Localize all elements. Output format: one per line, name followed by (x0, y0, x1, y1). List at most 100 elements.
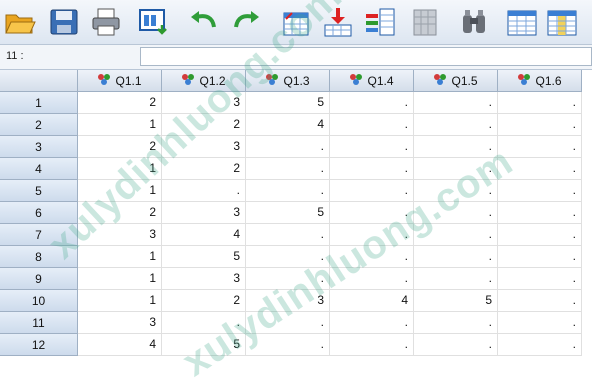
grid-cell[interactable]: . (414, 224, 498, 246)
print-icon[interactable] (88, 4, 124, 40)
grid-cell[interactable]: . (498, 136, 582, 158)
goto-case-icon[interactable] (278, 4, 314, 40)
grid-cell[interactable]: 3 (162, 136, 246, 158)
grid-cell[interactable]: . (246, 312, 330, 334)
grid-cell[interactable]: . (498, 114, 582, 136)
cell-value-input[interactable] (140, 47, 592, 66)
grid-cell[interactable]: . (414, 268, 498, 290)
grid-cell[interactable]: 5 (246, 202, 330, 224)
row-header[interactable]: 10 (0, 290, 78, 312)
insert-cases-icon[interactable] (504, 4, 540, 40)
column-header[interactable]: Q1.5 (414, 70, 498, 92)
grid-cell[interactable]: 4 (162, 224, 246, 246)
grid-cell[interactable]: . (414, 312, 498, 334)
grid-cell[interactable]: . (414, 114, 498, 136)
grid-cell[interactable]: . (498, 246, 582, 268)
grid-cell[interactable]: . (498, 92, 582, 114)
grid-cell[interactable]: 1 (78, 268, 162, 290)
row-header[interactable]: 12 (0, 334, 78, 356)
column-header[interactable]: Q1.6 (498, 70, 582, 92)
column-header[interactable]: Q1.4 (330, 70, 414, 92)
column-header[interactable]: Q1.2 (162, 70, 246, 92)
row-header[interactable]: 6 (0, 202, 78, 224)
grid-cell[interactable]: . (414, 246, 498, 268)
grid-cell[interactable]: 3 (162, 92, 246, 114)
grid-cell[interactable]: . (162, 180, 246, 202)
grid-cell[interactable]: . (162, 312, 246, 334)
grid-cell[interactable]: . (330, 180, 414, 202)
grid-cell[interactable]: 3 (78, 224, 162, 246)
grid-cell[interactable]: 4 (246, 114, 330, 136)
grid-cell[interactable]: 5 (162, 246, 246, 268)
grid-cell[interactable]: 4 (330, 290, 414, 312)
grid-cell[interactable]: . (414, 180, 498, 202)
grid-cell[interactable]: . (330, 92, 414, 114)
grid-cell[interactable]: . (498, 334, 582, 356)
grid-cell[interactable]: . (330, 114, 414, 136)
grid-cell[interactable]: . (498, 290, 582, 312)
grid-cell[interactable]: 5 (246, 92, 330, 114)
column-header[interactable]: Q1.3 (246, 70, 330, 92)
grid-cell[interactable]: . (246, 246, 330, 268)
grid-cell[interactable]: 3 (162, 268, 246, 290)
grid-cell[interactable]: . (246, 334, 330, 356)
recall-dialog-icon[interactable] (136, 4, 172, 40)
grid-cell[interactable]: 2 (78, 92, 162, 114)
grid-cell[interactable]: . (414, 334, 498, 356)
grid-cell[interactable]: 5 (162, 334, 246, 356)
undo-icon[interactable] (186, 4, 222, 40)
grid-cell[interactable]: . (414, 158, 498, 180)
grid-cell[interactable]: 2 (162, 290, 246, 312)
grid-cell[interactable]: 2 (162, 114, 246, 136)
insert-variable-icon[interactable] (544, 4, 580, 40)
grid-cell[interactable]: 1 (78, 290, 162, 312)
grid-cell[interactable]: . (498, 180, 582, 202)
grid-cell[interactable]: . (414, 202, 498, 224)
redo-icon[interactable] (228, 4, 264, 40)
row-header[interactable]: 9 (0, 268, 78, 290)
grid-cell[interactable]: . (246, 180, 330, 202)
grid-cell[interactable]: . (330, 268, 414, 290)
grid-cell[interactable]: . (246, 136, 330, 158)
row-header[interactable]: 7 (0, 224, 78, 246)
grid-cell[interactable]: 1 (78, 158, 162, 180)
grid-cell[interactable]: . (414, 136, 498, 158)
grid-cell[interactable]: 3 (162, 202, 246, 224)
grid-cell[interactable]: . (330, 334, 414, 356)
grid-cell[interactable]: . (330, 136, 414, 158)
save-icon[interactable] (46, 4, 82, 40)
grid-cell[interactable]: . (246, 224, 330, 246)
grid-cell[interactable]: 1 (78, 180, 162, 202)
grid-cell[interactable]: 5 (414, 290, 498, 312)
grid-cell[interactable]: . (498, 158, 582, 180)
column-header[interactable]: Q1.1 (78, 70, 162, 92)
row-header[interactable]: 2 (0, 114, 78, 136)
grid-cell[interactable]: . (498, 268, 582, 290)
grid-corner[interactable] (0, 70, 78, 92)
variables-icon[interactable] (362, 4, 398, 40)
grid-cell[interactable]: 3 (78, 312, 162, 334)
row-header[interactable]: 3 (0, 136, 78, 158)
goto-variable-icon[interactable] (320, 4, 356, 40)
grid-cell[interactable]: 4 (78, 334, 162, 356)
grid-cell[interactable]: . (498, 312, 582, 334)
grid-cell[interactable]: . (330, 312, 414, 334)
grid-cell[interactable]: . (498, 224, 582, 246)
grid-cell[interactable]: 2 (78, 136, 162, 158)
row-header[interactable]: 5 (0, 180, 78, 202)
grid-cell[interactable]: . (498, 202, 582, 224)
grid-cell[interactable]: 1 (78, 114, 162, 136)
row-header[interactable]: 4 (0, 158, 78, 180)
grid-cell[interactable]: 2 (162, 158, 246, 180)
row-header[interactable]: 8 (0, 246, 78, 268)
grid-cell[interactable]: . (330, 158, 414, 180)
grid-cell[interactable]: . (330, 246, 414, 268)
find-icon[interactable] (456, 4, 492, 40)
row-header[interactable]: 1 (0, 92, 78, 114)
row-header[interactable]: 11 (0, 312, 78, 334)
grid-cell[interactable]: . (246, 268, 330, 290)
grid-cell[interactable]: . (246, 158, 330, 180)
grid-cell[interactable]: . (330, 202, 414, 224)
grid-cell[interactable]: . (414, 92, 498, 114)
grid-cell[interactable]: 3 (246, 290, 330, 312)
